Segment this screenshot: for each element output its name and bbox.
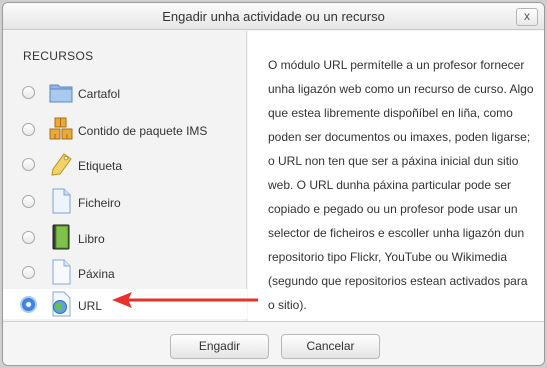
resource-list-panel: RECURSOS Cartafol Contido de paquete IMS [3, 31, 247, 321]
radio-libro[interactable] [22, 231, 35, 244]
option-etiqueta[interactable]: Etiqueta [3, 149, 247, 179]
description-panel: O módulo URL permítelle a un profesor fo… [248, 31, 544, 321]
page-icon [52, 259, 71, 285]
option-label: Contido de paquete IMS [78, 124, 208, 138]
option-libro[interactable]: Libro [3, 222, 247, 252]
option-paxina[interactable]: Páxina [3, 257, 247, 287]
option-cartafol[interactable]: Cartafol [3, 77, 247, 107]
close-button[interactable]: x [516, 8, 538, 26]
file-icon [52, 188, 71, 214]
package-icon [49, 117, 73, 140]
url-globe-icon [52, 291, 71, 317]
folder-icon [49, 84, 73, 103]
option-label: Etiqueta [78, 159, 123, 173]
option-label: Páxina [78, 267, 115, 281]
option-ficheiro[interactable]: Ficheiro [3, 186, 247, 216]
dialog-title: Engadir unha actividade ou un recurso [162, 9, 385, 24]
radio-ims-package[interactable] [22, 123, 35, 136]
module-description: O módulo URL permítelle a un profesor fo… [268, 58, 534, 312]
option-label: Cartafol [78, 87, 121, 101]
radio-paxina[interactable] [22, 266, 35, 279]
radio-cartafol[interactable] [22, 86, 35, 99]
option-label: Libro [78, 232, 105, 246]
option-ims-package[interactable]: Contido de paquete IMS [3, 114, 247, 144]
dialog-titlebar: Engadir unha actividade ou un recurso x [3, 3, 544, 30]
resources-heading: RECURSOS [23, 49, 94, 63]
option-url[interactable]: URL [3, 289, 247, 319]
label-tag-icon [51, 153, 72, 176]
option-label: Ficheiro [78, 196, 121, 210]
radio-url[interactable] [22, 298, 35, 311]
add-button[interactable]: Engadir [170, 334, 269, 359]
close-icon: x [524, 9, 530, 23]
option-label: URL [78, 299, 103, 313]
radio-etiqueta[interactable] [22, 158, 35, 171]
cancel-button[interactable]: Cancelar [281, 334, 380, 359]
book-icon [52, 224, 70, 250]
dialog-footer: Engadir Cancelar [3, 321, 544, 365]
radio-ficheiro[interactable] [22, 195, 35, 208]
add-activity-dialog: Engadir unha actividade ou un recurso x … [2, 2, 545, 366]
